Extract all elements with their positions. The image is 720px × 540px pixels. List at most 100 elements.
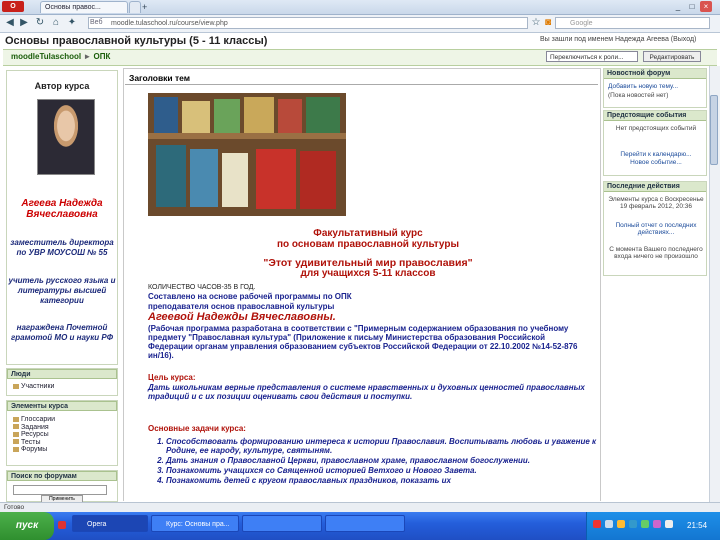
author-photo xyxy=(37,99,95,175)
activity-glossary-link[interactable]: Глоссарии xyxy=(13,416,55,424)
photo-book xyxy=(156,145,186,207)
news-block: Новостной форум Добавить новую тему... (… xyxy=(603,68,707,108)
author-position: заместитель директора по УВР МОУСОШ № 55 xyxy=(10,238,114,257)
author-block-header: Автор курса xyxy=(34,81,90,91)
author-name: Агеева Надежда Вячеславовна xyxy=(21,198,103,220)
search-input[interactable]: Google xyxy=(555,17,710,29)
windows-taskbar: пуск Opera Курс: Основы пра... 21:54 xyxy=(0,512,720,540)
taskbar-opera-window[interactable]: Opera xyxy=(72,515,148,532)
photo-book xyxy=(278,99,302,133)
breadcrumb-root[interactable]: moodleTulaschool xyxy=(11,52,81,61)
recent-activity-nothing-text: С момента Вашего последнего входа ничего… xyxy=(609,246,703,260)
glossary-icon xyxy=(13,416,19,422)
tray-network-icon[interactable] xyxy=(593,520,601,528)
tray-app-icon[interactable] xyxy=(665,520,673,528)
tab-secondary[interactable] xyxy=(129,1,141,13)
edit-mode-button[interactable]: Редактировать xyxy=(643,51,701,62)
taskbar-course-window[interactable]: Курс: Основы пра... xyxy=(151,515,239,532)
activities-block: Элементы курса Глоссарии Задания Ресурсы… xyxy=(6,400,118,466)
photo-book xyxy=(244,97,274,133)
photo-book xyxy=(182,101,210,133)
author-award: награждена Почетной грамотой МО и науки … xyxy=(10,323,113,342)
forum-search-input[interactable] xyxy=(13,485,107,495)
minimize-button[interactable]: _ xyxy=(672,1,684,12)
breadcrumb-bar: moodleTulaschool ► ОПК Переключиться к р… xyxy=(3,49,717,66)
maximize-button[interactable]: □ xyxy=(686,1,698,12)
activity-quizzes-link[interactable]: Тесты xyxy=(13,439,55,447)
bookmark-star-icon[interactable]: ☆ xyxy=(530,17,542,29)
activities-list: Глоссарии Задания Ресурсы Тесты Форумы xyxy=(13,416,55,454)
people-list: Участники xyxy=(13,383,54,391)
opera-logo-icon[interactable]: O xyxy=(2,1,24,12)
people-block-header: Люди xyxy=(7,369,117,379)
program-text: (Рабочая программа разработана в соответ… xyxy=(148,324,578,360)
news-add-link[interactable]: Добавить новую тему... xyxy=(608,83,704,90)
activity-assignments-link[interactable]: Задания xyxy=(13,424,55,432)
reload-icon[interactable]: ↻ xyxy=(34,17,46,29)
task-item: Познакомить учащихся со Священной истори… xyxy=(166,466,606,475)
browser-status-bar: Готово xyxy=(0,502,720,512)
start-button[interactable]: пуск xyxy=(0,512,54,540)
recent-activity-header: Последние действия xyxy=(604,182,706,192)
photo-book xyxy=(222,153,248,207)
rss-icon[interactable]: ◙ xyxy=(542,17,554,29)
switch-role-select[interactable]: Переключиться к роли... xyxy=(546,51,638,62)
events-block: Предстоящие события Нет предстоящих собы… xyxy=(603,110,707,176)
resource-icon xyxy=(13,431,19,437)
breadcrumb: moodleTulaschool ► ОПК xyxy=(11,52,110,61)
assignment-icon xyxy=(13,424,19,430)
news-empty-text: (Пока новостей нет) xyxy=(608,92,669,99)
recent-activity-block: Последние действия Элементы курса с Воск… xyxy=(603,181,707,276)
activities-block-header: Элементы курса xyxy=(7,401,117,411)
back-arrow-icon[interactable]: ◀ xyxy=(4,17,16,29)
tab-main[interactable]: Основы правос... xyxy=(40,1,128,13)
new-tab-button[interactable]: + xyxy=(142,1,147,13)
wand-icon[interactable]: ✦ xyxy=(66,17,78,29)
taskbar-clock: 21:54 xyxy=(687,521,708,530)
events-block-header: Предстоящие события xyxy=(604,111,706,121)
photo-book xyxy=(154,97,178,133)
author-block: Автор курса Агеева Надежда Вячеславовна … xyxy=(6,70,118,365)
composed-text-2: преподавателя основ православной культур… xyxy=(148,302,335,311)
tasks-list: Способствовать формированию интереса к и… xyxy=(148,437,606,486)
tray-update-icon[interactable] xyxy=(641,520,649,528)
events-empty-text: Нет предстоящих событий xyxy=(615,125,697,132)
browser-tab-bar: O Основы правос... + _ □ × xyxy=(0,0,720,15)
tray-app-icon[interactable] xyxy=(653,520,661,528)
login-info[interactable]: Вы зашли под именем Надежда Агеева (Выхо… xyxy=(540,36,696,43)
tasks-header: Основные задачи курса: xyxy=(148,424,246,433)
home-icon[interactable]: ⌂ xyxy=(50,17,62,29)
tray-volume-icon[interactable] xyxy=(605,520,613,528)
address-bar[interactable]: moodle.tulaschool.ru/course/view.php xyxy=(88,17,528,29)
tray-language-icon[interactable] xyxy=(629,520,637,528)
activity-forums-link[interactable]: Форумы xyxy=(13,446,55,454)
activity-resources-link[interactable]: Ресурсы xyxy=(13,431,55,439)
photo-book xyxy=(300,151,336,209)
teacher-name: Агеевой Надежды Вячеславовны. xyxy=(148,311,336,323)
goal-header: Цель курса: xyxy=(148,373,196,382)
new-event-link[interactable]: Новое событие... xyxy=(608,159,704,166)
forward-arrow-icon[interactable]: ▶ xyxy=(18,17,30,29)
page-title: Основы православной культуры (5 - 11 кла… xyxy=(5,35,268,47)
tray-antivirus-icon[interactable] xyxy=(617,520,625,528)
photo-book xyxy=(190,149,218,207)
photo-book xyxy=(306,97,340,133)
photo-book xyxy=(256,149,296,209)
course-title-line-4: для учащихся 5-11 классов xyxy=(300,268,436,279)
calendar-link[interactable]: Перейти к календарю... xyxy=(608,151,704,158)
task-item: Дать знания о Православной Церкви, право… xyxy=(166,456,606,465)
breadcrumb-separator: ► xyxy=(83,52,92,61)
books-photo xyxy=(148,93,346,216)
taskbar-window[interactable] xyxy=(242,515,322,532)
course-title-line-1: Факультативный курс xyxy=(313,228,423,239)
participants-link[interactable]: Участники xyxy=(13,383,54,391)
composed-text-1: Составлено на основе рабочей программы п… xyxy=(148,292,352,301)
close-window-button[interactable]: × xyxy=(700,1,712,12)
goal-text: Дать школьникам верные представления о с… xyxy=(148,383,585,401)
course-title-line-2: по основам православной культуры xyxy=(276,239,460,250)
breadcrumb-course[interactable]: ОПК xyxy=(93,52,110,61)
quicklaunch-icon[interactable] xyxy=(58,521,66,529)
scrollbar-thumb[interactable] xyxy=(710,95,718,165)
taskbar-window[interactable] xyxy=(325,515,405,532)
recent-activity-full-report-link[interactable]: Полный отчет о последних действиях... xyxy=(608,222,704,236)
